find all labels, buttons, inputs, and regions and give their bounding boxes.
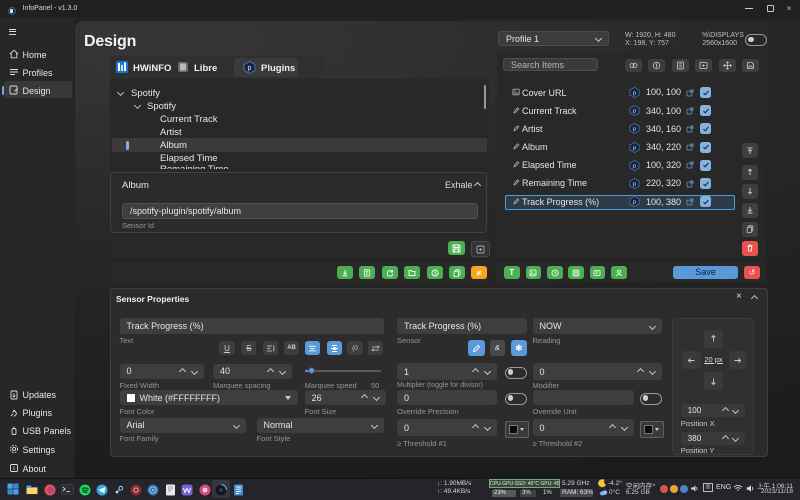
svg-text:p: p	[248, 65, 252, 72]
